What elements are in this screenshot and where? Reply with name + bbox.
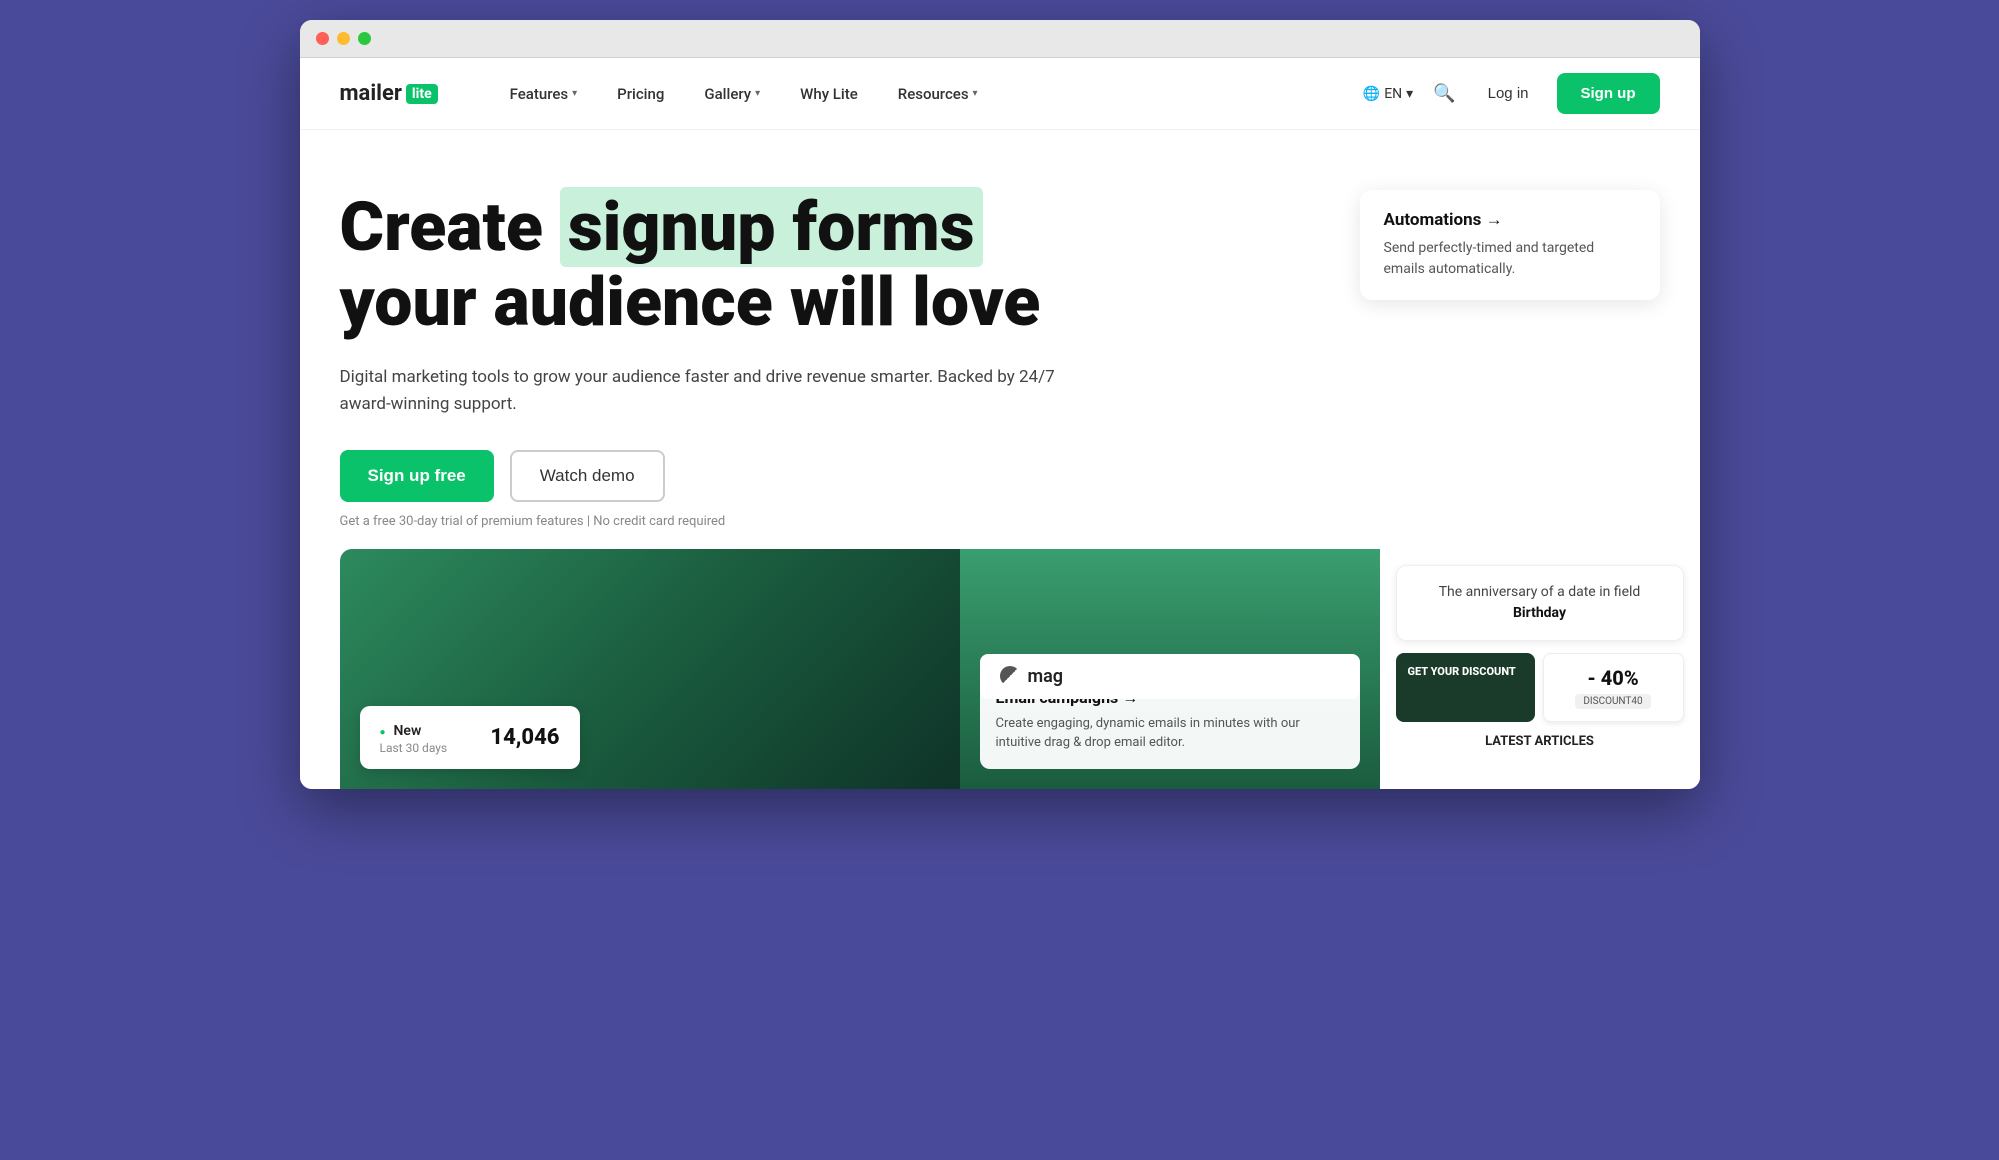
language-selector[interactable]: 🌐 EN ▾ [1363, 86, 1413, 102]
mag-circle-icon [1000, 666, 1020, 686]
nav-links: Features ▾ Pricing Gallery ▾ Why Lite Re… [494, 77, 1331, 111]
nav-resources-label: Resources [898, 85, 969, 103]
login-button[interactable]: Log in [1476, 77, 1541, 110]
stats-card: ● New Last 30 days 14,046 [360, 706, 580, 769]
browser-chrome [300, 20, 1700, 58]
hero-section: Create signup forms your audience will l… [300, 130, 1700, 549]
discount-green-card: GET YOUR DISCOUNT [1396, 653, 1535, 722]
headline-highlight: signup forms [560, 187, 983, 267]
showcase-section: ● New Last 30 days 14,046 Email campaign… [300, 549, 1700, 789]
showcase-middle-panel: Email campaigns → Create engaging, dynam… [960, 549, 1380, 789]
chevron-down-icon-gallery: ▾ [755, 88, 760, 99]
search-button[interactable]: 🔍 [1429, 79, 1459, 108]
stats-status-row: ● New [380, 720, 448, 739]
chevron-down-icon-resources: ▾ [973, 88, 978, 99]
nav-right: 🌐 EN ▾ 🔍 Log in Sign up [1363, 73, 1660, 114]
hero-headline: Create signup forms your audience will l… [340, 190, 1140, 340]
trial-note: Get a free 30-day trial of premium featu… [340, 514, 1660, 529]
latest-articles-label: LATEST ARTICLES [1396, 734, 1684, 749]
mag-label: mag [1028, 666, 1064, 687]
feature-card-title: Automations → [1384, 210, 1636, 230]
hero-buttons: Sign up free Watch demo [340, 450, 1660, 502]
mag-logo-box: mag [980, 654, 1360, 699]
nav-pricing-label: Pricing [617, 85, 664, 103]
nav-features-label: Features [510, 85, 568, 103]
feature-card-title-text: Automations → [1384, 210, 1503, 230]
nav-gallery-label: Gallery [704, 85, 751, 103]
stats-number: 14,046 [490, 725, 559, 750]
anniversary-bold: Birthday [1513, 605, 1566, 621]
nav-item-pricing[interactable]: Pricing [601, 77, 680, 111]
language-label: EN [1384, 86, 1402, 102]
nav-item-resources[interactable]: Resources ▾ [882, 77, 994, 111]
logo-mailer-text: mailer [340, 81, 402, 106]
navigation: mailerlite Features ▾ Pricing Gallery ▾ … [300, 58, 1700, 130]
nav-item-features[interactable]: Features ▾ [494, 77, 594, 111]
browser-window: mailerlite Features ▾ Pricing Gallery ▾ … [300, 20, 1700, 789]
globe-icon: 🌐 [1363, 86, 1380, 102]
anniversary-card: The anniversary of a date in field Birth… [1396, 565, 1684, 641]
search-icon: 🔍 [1433, 83, 1455, 103]
discount-code: DISCOUNT40 [1575, 694, 1650, 709]
automations-feature-card: Automations → Send perfectly-timed and t… [1360, 190, 1660, 300]
headline-prefix: Create [340, 187, 543, 267]
signup-button[interactable]: Sign up [1557, 73, 1660, 114]
feature-card-description: Send perfectly-timed and targeted emails… [1384, 238, 1636, 280]
logo[interactable]: mailerlite [340, 81, 438, 106]
nav-item-gallery[interactable]: Gallery ▾ [688, 77, 776, 111]
stats-card-left: ● New Last 30 days [380, 720, 448, 755]
nav-item-why-lite[interactable]: Why Lite [784, 77, 874, 111]
nav-why-lite-label: Why Lite [800, 85, 858, 103]
chevron-down-icon: ▾ [572, 88, 577, 99]
page-content: mailerlite Features ▾ Pricing Gallery ▾ … [300, 58, 1700, 789]
showcase-left-panel: ● New Last 30 days 14,046 [340, 549, 960, 789]
email-campaign-desc: Create engaging, dynamic emails in minut… [996, 714, 1344, 753]
discount-white-card: - 40% DISCOUNT40 [1543, 653, 1684, 722]
get-discount-label: GET YOUR DISCOUNT [1408, 665, 1523, 678]
hero-signup-button[interactable]: Sign up free [340, 450, 494, 502]
logo-lite-badge: lite [406, 84, 438, 104]
close-button[interactable] [316, 32, 329, 45]
hero-watch-demo-button[interactable]: Watch demo [510, 450, 665, 502]
hero-subheadline: Digital marketing tools to grow your aud… [340, 364, 1090, 418]
stats-label: New [394, 723, 422, 739]
headline-suffix: your audience will love [340, 262, 1041, 342]
stats-sublabel: Last 30 days [380, 741, 448, 755]
showcase-right-panel: The anniversary of a date in field Birth… [1380, 549, 1700, 789]
anniversary-text: The anniversary of a date in field Birth… [1417, 582, 1663, 624]
stats-dot: ● [380, 727, 386, 738]
discount-percent: - 40% [1587, 666, 1638, 690]
maximize-button[interactable] [358, 32, 371, 45]
discount-cards: GET YOUR DISCOUNT - 40% DISCOUNT40 [1396, 653, 1684, 722]
chevron-down-icon-lang: ▾ [1406, 86, 1413, 102]
minimize-button[interactable] [337, 32, 350, 45]
